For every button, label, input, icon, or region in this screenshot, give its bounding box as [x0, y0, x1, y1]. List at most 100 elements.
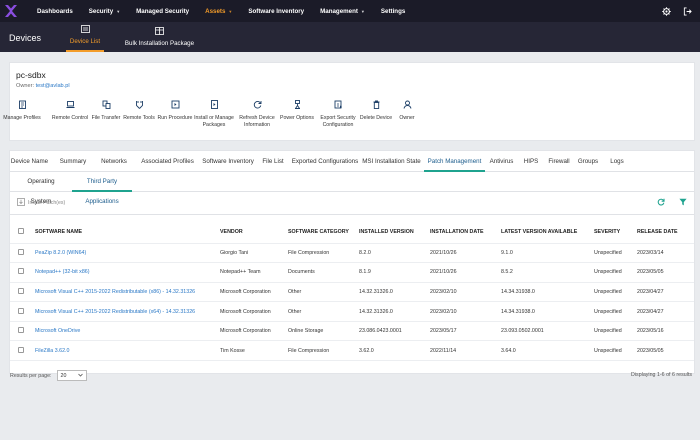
install-patches-button[interactable]: Install Patch(es) — [17, 198, 65, 208]
software-name-link[interactable]: Microsoft Visual C++ 2015-2022 Redistrib… — [35, 309, 195, 315]
refresh-icon[interactable] — [657, 198, 665, 208]
tab-firewall[interactable]: Firewall — [545, 151, 573, 172]
nav-item-security[interactable]: Security ▼ — [89, 0, 120, 22]
cell-value: 2023/04/27 — [637, 288, 664, 295]
filter-icon[interactable] — [679, 198, 687, 208]
select-all-cell — [10, 221, 35, 244]
tab-exported-configurations[interactable]: Exported Configurations — [290, 151, 360, 172]
delete-icon — [372, 100, 381, 115]
nav-item-dashboards[interactable]: Dashboards — [37, 0, 73, 22]
cell-value: 2021/10/26 — [430, 249, 457, 256]
tab-bulk-installation-package[interactable]: Bulk Installation Package — [122, 22, 197, 52]
tab-patch-management[interactable]: Patch Management — [424, 151, 485, 172]
column-header-latest-version-available[interactable]: LATEST VERSION AVAILABLE — [501, 221, 594, 244]
column-header-installation-date[interactable]: INSTALLATION DATE — [430, 221, 501, 244]
device-list-icon — [80, 25, 90, 38]
software-name-link[interactable]: FileZilla 3.62.0 — [35, 348, 69, 354]
tab-device-name[interactable]: Device Name — [10, 151, 49, 172]
table-row[interactable]: FileZilla 3.62.0 Tim Kosse File Compressio… — [10, 340, 694, 362]
cell-installation-date: 2021/10/26 — [430, 262, 501, 283]
logo-icon[interactable] — [0, 0, 22, 22]
cell-value: 14.32.31326.0 — [359, 308, 393, 315]
cell-value: Other — [288, 308, 302, 315]
gear-icon[interactable] — [662, 6, 671, 16]
tab-antivirus[interactable]: Antivirus — [486, 151, 517, 172]
cell-vendor: Microsoft Corporation — [220, 282, 288, 303]
chevron-down-icon: ▼ — [360, 8, 365, 14]
results-per-page-select[interactable]: 20 — [56, 370, 87, 381]
table-row[interactable]: Microsoft Visual C++ 2015-2022 Redistrib… — [10, 282, 694, 303]
tab-device-list[interactable]: Device List — [66, 22, 104, 52]
row-checkbox[interactable] — [18, 287, 24, 294]
tab-software-inventory[interactable]: Software Inventory — [198, 151, 258, 172]
cell-severity: Unspecified — [594, 301, 637, 322]
software-name-link[interactable]: Microsoft Visual C++ 2015-2022 Redistrib… — [35, 289, 195, 295]
tab-summary[interactable]: Summary — [56, 151, 90, 172]
column-header-vendor[interactable]: VENDOR — [220, 221, 288, 244]
column-header-release-date[interactable]: RELEASE DATE — [637, 221, 694, 244]
column-header-installed-version[interactable]: INSTALLED VERSION — [359, 221, 430, 244]
power-options-button[interactable]: Power Options — [275, 100, 319, 122]
table-row[interactable]: Notepad++ (32-bit x86) Notepad++ Team Docu… — [10, 262, 694, 283]
nav-item-settings[interactable]: Settings — [381, 0, 405, 22]
row-checkbox[interactable] — [18, 307, 24, 314]
table-toolbar: Install Patch(es) — [10, 192, 694, 215]
row-checkbox[interactable] — [18, 248, 24, 255]
install-or-manage-packages-button[interactable]: Install or Manage Packages — [192, 100, 236, 128]
tab-networks[interactable]: Networks — [97, 151, 131, 172]
tab-groups[interactable]: Groups — [576, 151, 600, 172]
column-header-software-category[interactable]: SOFTWARE CATEGORY — [288, 221, 359, 244]
row-select-cell — [10, 321, 35, 342]
tab-msi-installation-state[interactable]: MSI Installation State — [360, 151, 423, 172]
cell-value: 2022/11/14 — [430, 347, 457, 354]
manage-profiles-button[interactable]: Manage Profiles — [0, 100, 44, 122]
results-per-page: Results per page: 20 — [10, 370, 87, 381]
cell-value: Microsoft Corporation — [220, 328, 271, 335]
owner-email-link[interactable]: test@avlab.pl — [36, 83, 70, 89]
row-checkbox[interactable] — [18, 346, 24, 353]
tab-file-list[interactable]: File List — [258, 151, 288, 172]
top-navigation: Dashboards Security ▼ Managed Security Asset… — [0, 0, 700, 22]
nav-item-management[interactable]: Management ▼ — [320, 0, 365, 22]
column-header-software-name[interactable]: SOFTWARE NAME — [35, 221, 220, 244]
nav-item-managed-security[interactable]: Managed Security — [136, 0, 189, 22]
install-patches-label: Install Patch(es) — [28, 200, 66, 206]
action-label: Owner — [399, 115, 415, 121]
row-checkbox[interactable] — [18, 268, 24, 275]
logout-icon[interactable] — [683, 6, 692, 16]
cell-software-category: Other — [288, 301, 359, 322]
nav-item-label: Settings — [380, 7, 406, 15]
table-row[interactable]: Microsoft OneDrive Microsoft Corporation O… — [10, 321, 694, 342]
tab-third-party-applications[interactable]: Third Party Applications — [72, 172, 132, 205]
cell-value: 2023/02/10 — [430, 288, 457, 295]
cell-value: 8.1.9 — [359, 269, 371, 276]
nav-item-software-inventory[interactable]: Software Inventory — [248, 0, 304, 22]
nav-item-label: Managed Security — [136, 7, 190, 15]
row-select-cell — [10, 262, 35, 283]
column-header-severity[interactable]: SEVERITY — [594, 221, 637, 244]
row-checkbox[interactable] — [18, 327, 24, 334]
cell-value: Unspecified — [594, 308, 622, 315]
nav-item-assets[interactable]: Assets ▼ — [205, 0, 232, 22]
page-title: Devices — [9, 33, 42, 43]
run-procedure-button[interactable]: Run Procedure — [153, 100, 197, 122]
table-row[interactable]: Microsoft Visual C++ 2015-2022 Redistrib… — [10, 301, 694, 322]
select-all-checkbox[interactable] — [18, 227, 24, 234]
owner-button[interactable]: Owner — [385, 100, 429, 122]
tab-hips[interactable]: HIPS — [520, 151, 542, 172]
nav-item-label: Dashboards — [37, 7, 73, 15]
cell-installation-date: 2023/02/10 — [430, 301, 501, 322]
software-name-link[interactable]: Notepad++ (32-bit x86) — [35, 269, 89, 275]
refresh-device-information-button[interactable]: Refresh Device Information — [235, 100, 279, 128]
software-name-link[interactable]: Microsoft OneDrive — [35, 328, 80, 334]
cell-value: 2023/02/10 — [430, 308, 457, 315]
details-panel: Device Name Summary Networks Associated Pro… — [9, 150, 695, 374]
cell-value: 23.093.0502.0001 — [501, 328, 544, 335]
tab-operating-system[interactable]: Operating System — [17, 172, 65, 205]
action-label: Manage Profiles — [3, 115, 41, 121]
tab-logs[interactable]: Logs — [607, 151, 627, 172]
software-name-link[interactable]: PeaZip 8.2.0 (WIN64) — [35, 250, 86, 256]
tab-associated-profiles[interactable]: Associated Profiles — [137, 151, 198, 172]
table-row[interactable]: PeaZip 8.2.0 (WIN64) Giorgio Tani File Com… — [10, 243, 694, 264]
cell-latest-version-available: 9.1.0 — [501, 243, 594, 264]
